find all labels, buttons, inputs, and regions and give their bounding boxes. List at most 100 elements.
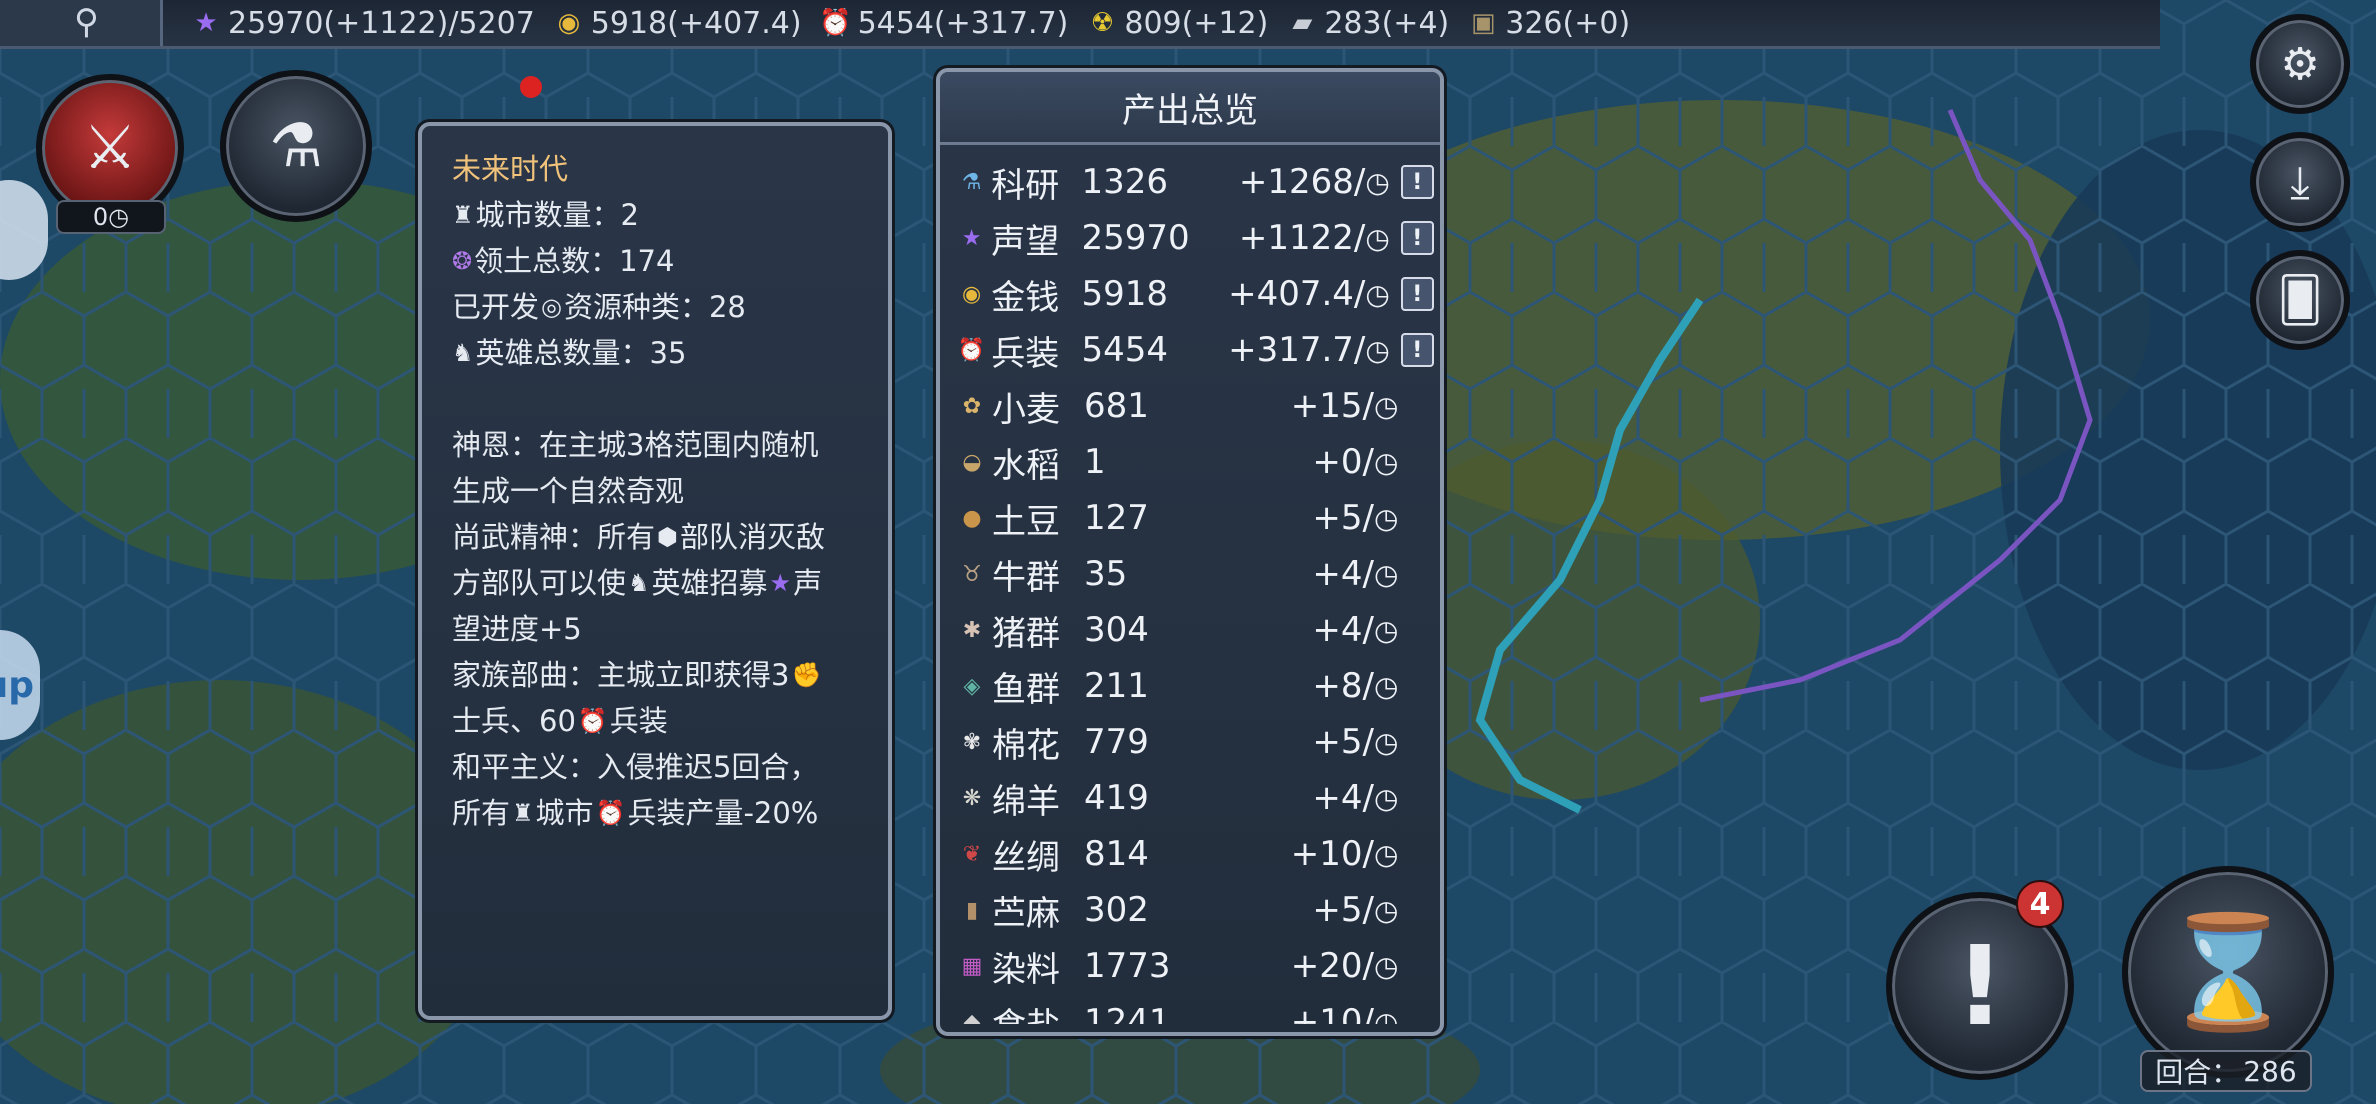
turn-clock-icon: ◷ xyxy=(1365,165,1390,199)
resource-value: 35 xyxy=(1084,554,1128,594)
era-details: ♜ 城市数量：2 ❂ 领土总数：174 已开发 ◎ 资源种类：28 ♞ 英雄总数… xyxy=(452,192,872,836)
trait-line: 生成一个自然奇观 xyxy=(452,474,685,508)
side-tab-text: up xyxy=(0,664,34,706)
soldier-icon: ✊ xyxy=(791,661,822,689)
resource-name: 土豆 xyxy=(992,501,1060,542)
rice-icon: ◒ xyxy=(962,449,982,475)
turn-counter: 回合： 286 xyxy=(2140,1050,2312,1092)
trait-text: 士兵、60 xyxy=(452,704,576,738)
resource-name: 苎麻 xyxy=(992,893,1060,934)
science-button[interactable]: ⚗ xyxy=(220,70,372,222)
resource-bar: ⚲ ★ 25970(+1122)/5207 ◉ 5918(+407.4) ⏰ 5… xyxy=(0,0,2160,49)
turn-label-text: 回合： xyxy=(2155,1056,2240,1089)
prestige-value: 25970(+1122)/5207 xyxy=(228,5,535,41)
resource-name: 声望 xyxy=(991,221,1060,262)
resource-value: 304 xyxy=(1084,610,1149,650)
gold-coin-icon: ◉ xyxy=(962,281,982,307)
resource-delta: +5/ xyxy=(1312,890,1374,930)
card-button[interactable]: 🂠 xyxy=(2250,250,2350,350)
turn-number: 286 xyxy=(2243,1054,2297,1088)
resource-value: 779 xyxy=(1084,722,1149,762)
clock-icon: ◷ xyxy=(108,203,130,231)
warning-button[interactable]: ! xyxy=(1400,165,1434,199)
weapons-resource[interactable]: ⏰ 5454(+317.7) xyxy=(819,6,1068,41)
resource-name: 丝绸 xyxy=(992,837,1060,878)
trait-text: 家族部曲：主城立即获得3 xyxy=(452,658,790,692)
city-count-line: ♜ 城市数量：2 xyxy=(452,192,872,238)
resource-list: ★ 25970(+1122)/5207 ◉ 5918(+407.4) ⏰ 545… xyxy=(190,0,1630,46)
resource-value: 211 xyxy=(1084,666,1149,706)
production-row[interactable]: ★ 声望 25970 +1122/◷! xyxy=(954,210,1434,266)
heroes-text: 英雄总数量：35 xyxy=(475,336,687,370)
production-row[interactable]: ✱ 猪群 304 +4/◷ xyxy=(954,602,1434,658)
production-row[interactable]: ⏰ 兵装 5454 +317.7/◷! xyxy=(954,322,1434,378)
production-row[interactable]: ⚗ 科研 1326 +1268/◷! xyxy=(954,154,1434,210)
trait-text: 兵装产量-20% xyxy=(627,796,819,830)
resource-delta: +10/ xyxy=(1290,834,1374,874)
save-button[interactable]: ⤓ xyxy=(2250,132,2350,232)
resource-delta: +4/ xyxy=(1312,554,1374,594)
end-turn-button[interactable]: ⌛ xyxy=(2122,866,2334,1078)
resource-delta: +317.7/ xyxy=(1228,330,1366,370)
warning-button[interactable]: ! xyxy=(1400,277,1434,311)
turn-clock-icon: ◷ xyxy=(1374,389,1399,423)
search-button[interactable]: ⚲ xyxy=(0,0,163,46)
resource-types-suffix: 资源种类：28 xyxy=(563,290,746,324)
production-row[interactable]: ✾ 棉花 779 +5/◷ xyxy=(954,714,1434,770)
resource-name: 棉花 xyxy=(992,725,1060,766)
vehicle-resource[interactable]: ▣ 326(+0) xyxy=(1467,6,1630,41)
gold-coin-icon: ◉ xyxy=(557,8,581,38)
download-icon: ⤓ xyxy=(2290,156,2310,208)
radiation-resource[interactable]: ☢ 809(+12) xyxy=(1086,6,1269,41)
ramie-icon: ▮ xyxy=(965,897,979,923)
gold-resource[interactable]: ◉ 5918(+407.4) xyxy=(553,6,801,41)
resource-value: 1326 xyxy=(1081,162,1169,202)
settings-button[interactable]: ⚙ xyxy=(2250,14,2350,114)
resource-name: 牛群 xyxy=(992,557,1060,598)
production-row[interactable]: ✿ 小麦 681 +15/◷ xyxy=(954,378,1434,434)
resource-delta: +4/ xyxy=(1312,610,1374,650)
production-row[interactable]: ◉ 金钱 5918 +407.4/◷! xyxy=(954,266,1434,322)
resource-value: 302 xyxy=(1084,890,1149,930)
resource-name: 科研 xyxy=(991,165,1060,206)
production-row[interactable]: ▮ 苎麻 302 +5/◷ xyxy=(954,882,1434,938)
prestige-resource[interactable]: ★ 25970(+1122)/5207 xyxy=(190,5,535,41)
card-icon: 🂠 xyxy=(2277,274,2323,326)
heroes-line: ♞ 英雄总数量：35 xyxy=(452,330,872,376)
warning-button[interactable]: ! xyxy=(1400,333,1434,367)
resource-name: 染料 xyxy=(992,949,1060,990)
production-list[interactable]: ⚗ 科研 1326 +1268/◷! ★ 声望 25970 +1122/◷! ◉ 金钱 5918 +4… xyxy=(954,154,1434,1024)
production-row[interactable]: ❋ 绵羊 419 +4/◷ xyxy=(954,770,1434,826)
unit-icon: ⬢ xyxy=(657,523,678,551)
production-row[interactable]: ♉ 牛群 35 +4/◷ xyxy=(954,546,1434,602)
trait-line: 士兵、60 ⏰ 兵装 xyxy=(452,698,872,744)
production-row[interactable]: ◆ 食盐 1241 +10/◷ xyxy=(954,994,1434,1024)
notification-dot xyxy=(520,76,542,98)
city-count-text: 城市数量：2 xyxy=(475,198,639,232)
production-row[interactable]: ❦ 丝绸 814 +10/◷ xyxy=(954,826,1434,882)
resource-value: 25970 xyxy=(1081,218,1190,258)
trait-text: 城市 xyxy=(535,796,594,830)
salt-icon: ◆ xyxy=(963,1009,981,1025)
resource-value: 5454 xyxy=(1081,330,1169,370)
production-row[interactable]: ● 土豆 127 +5/◷ xyxy=(954,490,1434,546)
resource-value: 1773 xyxy=(1084,946,1171,986)
trait-line: 方部队可以使 ♞ 英雄招募 ★ 声 xyxy=(452,560,872,606)
era-title: 未来时代 xyxy=(452,152,569,186)
warning-button[interactable]: ! xyxy=(1400,221,1434,255)
trait-text: 兵装 xyxy=(609,704,668,738)
resource-value: 5918 xyxy=(1081,274,1169,314)
production-row[interactable]: ◈ 鱼群 211 +8/◷ xyxy=(954,658,1434,714)
resource-value: 1 xyxy=(1084,442,1106,482)
turn-clock-icon: ◷ xyxy=(1374,557,1399,591)
exclamation-icon: ! xyxy=(1954,922,2006,1050)
turn-clock-icon: ◷ xyxy=(1374,837,1399,871)
production-overview-panel: 产出总览 ⚗ 科研 1326 +1268/◷! ★ 声望 25970 +1122/◷! ◉ 金钱 5… xyxy=(936,68,1444,1036)
production-row[interactable]: ◒ 水稻 1 +0/◷ xyxy=(954,434,1434,490)
turn-clock-icon: ◷ xyxy=(1374,1005,1399,1025)
tank-resource[interactable]: ▰ 283(+4) xyxy=(1286,6,1449,41)
trait-line: 和平主义：入侵推迟5回合， xyxy=(452,750,819,784)
crossed-swords-icon: ⚔ xyxy=(83,113,137,183)
production-row[interactable]: ▦ 染料 1773 +20/◷ xyxy=(954,938,1434,994)
weapons-icon: ⏰ xyxy=(595,799,626,827)
